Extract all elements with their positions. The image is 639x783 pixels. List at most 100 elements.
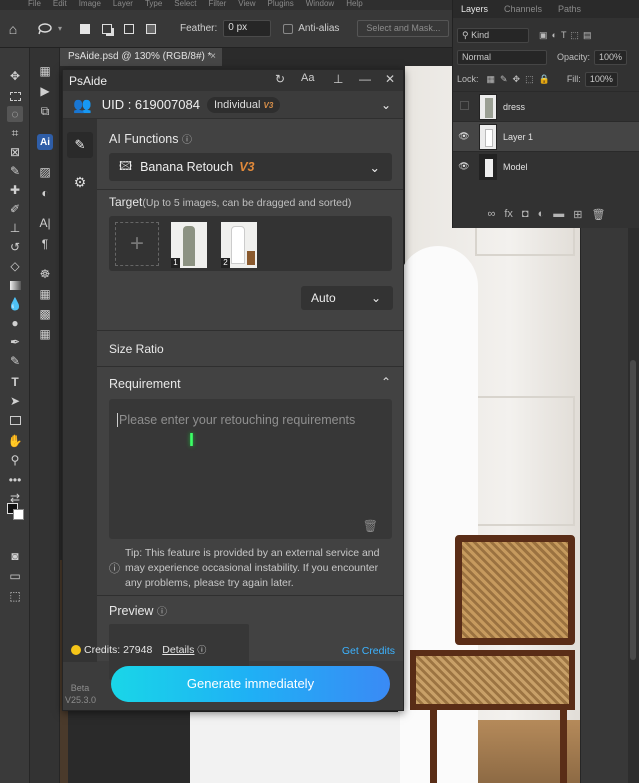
frame-tool-icon[interactable]: ⊠ [7,144,23,160]
image-panel-icon[interactable]: ▨ [37,164,53,180]
info-icon[interactable]: ⓘ [157,607,167,618]
marquee-tool-icon[interactable] [7,88,23,104]
path-select-icon[interactable]: ➤ [7,393,23,409]
menu-item[interactable]: Window [306,0,334,8]
target-images[interactable]: + 1 2 [109,216,392,271]
home-icon[interactable]: ⌂ [0,21,26,37]
folder-icon[interactable]: ▬ [553,208,564,220]
chevron-down-icon[interactable]: ⌄ [381,98,391,112]
layer-row[interactable]: 👁 Layer 1 [453,121,639,151]
layer-name[interactable]: dress [503,102,525,112]
stamp-tool-icon[interactable]: ⊥ [7,220,23,236]
zoom-tool-icon[interactable]: ⚲ [7,452,23,468]
target-image-2[interactable]: 2 [221,222,257,268]
character-panel-icon[interactable]: A| [37,215,53,231]
lasso-tool-icon[interactable]: ◌ [7,106,23,122]
new-layer-icon[interactable]: ⊞ [573,208,582,221]
close-icon[interactable]: × [210,48,216,66]
info-icon[interactable]: ⓘ [182,135,192,146]
more-tools-icon[interactable]: ••• [7,472,23,488]
kind-filter-select[interactable]: ⚲ Kind [457,27,529,43]
adjustment-icon[interactable]: ◐ [538,208,545,220]
pin-icon[interactable]: ⊥ [333,72,343,86]
generate-button[interactable]: Generate immediately [111,666,390,702]
history-panel-icon[interactable]: ▦ [37,63,53,79]
tab-layers[interactable]: Layers [453,4,496,14]
lasso-tool-icon[interactable] [36,20,54,38]
layer-name[interactable]: Model [503,162,528,172]
swatches-panel-icon[interactable]: ☸ [37,266,53,282]
function-select[interactable]: 🖾 Banana Retouch V3 ⌄ [109,153,392,181]
intersect-selection-icon[interactable] [142,20,160,38]
ai-plugin-icon[interactable]: Ai [37,134,53,150]
dodge-tool-icon[interactable]: ● [7,315,23,331]
blur-tool-icon[interactable]: 💧 [7,296,23,312]
trash-icon[interactable]: 🗑 [363,519,378,533]
lock-icons[interactable]: ▦✎✥⬚🔒 [487,74,555,85]
feather-input[interactable]: 0 px [223,20,272,37]
menu-item[interactable]: Filter [209,0,227,8]
color-swatches-icon[interactable] [7,503,25,521]
pen-tool-alt-icon[interactable]: ✎ [7,353,23,369]
blend-mode-select[interactable]: Normal [457,49,547,65]
layer-row[interactable]: dress [453,91,639,121]
menu-item[interactable]: Layer [113,0,133,8]
add-image-button[interactable]: + [115,222,159,266]
new-selection-icon[interactable] [76,20,94,38]
menu-item[interactable]: Type [145,0,162,8]
antialias-checkbox[interactable] [283,23,294,34]
account-row[interactable]: 👥 UID : 619007084 Individual V3 ⌄ [63,91,403,119]
grid-panel-icon[interactable]: ▦ [37,286,53,302]
tab-channels[interactable]: Channels [496,4,550,14]
history-brush-icon[interactable]: ↺ [7,239,23,255]
opacity-input[interactable]: 100% [594,49,628,65]
chevron-up-icon[interactable]: ⌃ [381,375,391,389]
crop-tool-icon[interactable]: ⌗ [7,125,23,141]
document-tab[interactable]: PsAide.psd @ 130% (RGB/8#) * × [60,48,222,66]
gradient-panel-icon[interactable]: ▩ [37,306,53,322]
mask-icon[interactable]: ◘ [522,208,529,220]
select-and-mask-button[interactable]: Select and Mask... [357,20,450,37]
scrollbar-thumb[interactable] [630,360,636,660]
adjust-panel-icon[interactable]: ◐ [37,185,53,201]
chevron-down-icon[interactable]: ▾ [58,24,68,33]
gradient-tool-icon[interactable] [7,277,23,293]
eyedropper-tool-icon[interactable]: ✎ [7,163,23,179]
healing-tool-icon[interactable]: ✚ [7,182,23,198]
layers-comp-icon[interactable]: ⧉ [37,103,53,119]
visibility-off-icon[interactable] [453,101,475,112]
eraser-tool-icon[interactable]: ◇ [7,258,23,274]
link-layers-icon[interactable]: ∞ [488,208,496,220]
move-tool-icon[interactable]: ✥ [7,68,23,84]
fx-icon[interactable]: fx [504,208,513,220]
target-image-1[interactable]: 1 [171,222,207,268]
add-selection-icon[interactable] [98,20,116,38]
close-icon[interactable]: ✕ [385,72,395,86]
shape-tool-icon[interactable] [7,412,23,428]
fill-input[interactable]: 100% [584,71,618,87]
patterns-panel-icon[interactable]: ▦ [37,326,53,342]
menu-item[interactable]: Edit [53,0,67,8]
menu-item[interactable]: File [28,0,41,8]
menu-item[interactable]: Plugins [268,0,294,8]
trash-icon[interactable]: 🗑 [591,208,605,221]
eye-icon[interactable]: 👁 [453,131,475,142]
layer-row[interactable]: 👁 Model [453,151,639,181]
get-credits-link[interactable]: Get Credits [342,645,395,657]
font-size-icon[interactable]: Aa [301,72,314,84]
menu-item[interactable]: Select [174,0,196,8]
filter-icons[interactable]: ▣◐T⬚▤ [539,30,595,41]
type-tool-icon[interactable]: T [7,374,23,390]
info-icon[interactable]: ⓘ [197,643,206,656]
hand-tool-icon[interactable]: ✋ [7,433,23,449]
tab-paths[interactable]: Paths [550,4,589,14]
refresh-icon[interactable]: ↻ [275,72,285,86]
subtract-selection-icon[interactable] [120,20,138,38]
screen-mode-icon[interactable]: ▭ [7,568,23,584]
details-link[interactable]: Details [162,644,194,656]
size-ratio-select[interactable]: Auto ⌄ [301,286,393,310]
layer-name[interactable]: Layer 1 [503,132,533,142]
eye-icon[interactable]: 👁 [453,161,475,172]
quick-mask-icon[interactable]: ◙ [7,548,23,564]
menu-item[interactable]: View [238,0,255,8]
